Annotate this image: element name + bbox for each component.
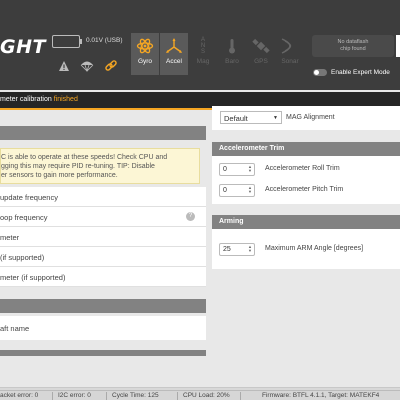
battery-icon <box>52 35 80 48</box>
header-edge-panel <box>396 35 400 57</box>
dataflash-status: No dataflash chip found <box>312 35 394 57</box>
setting-row-craft-name[interactable]: aft name <box>0 316 206 340</box>
sensor-sonar: Sonar <box>276 33 304 75</box>
accel-icon <box>166 38 182 53</box>
chevron-down-icon: ▼ <box>273 115 278 121</box>
left-section-header-1 <box>0 126 206 140</box>
sonar-icon <box>281 38 292 54</box>
setting-label: oop frequency <box>0 213 48 222</box>
arming-header: Arming <box>212 215 400 229</box>
cpu-load-status: CPU Load: 20% <box>183 392 230 399</box>
sensor-accel: Accel <box>160 33 188 75</box>
performance-note: C is able to operate at these speeds! Ch… <box>0 148 200 184</box>
setting-label: meter <box>0 233 20 242</box>
dataflash-line-1: No dataflash <box>337 39 369 45</box>
setting-row-loop-frequency[interactable]: oop frequency <box>0 207 206 227</box>
pitch-trim-input[interactable]: 0 ▲ ▼ <box>219 184 255 197</box>
sensor-label-baro: Baro <box>225 58 239 65</box>
cycle-time-status: Cycle Time: 125 <box>112 392 159 399</box>
status-divider <box>52 392 53 400</box>
setting-row-accelerometer[interactable]: meter <box>0 227 206 247</box>
accel-trim-header: Accelerometer Trim <box>212 142 400 156</box>
sensor-baro: Baro <box>218 33 246 75</box>
sensor-label-gyro: Gyro <box>137 58 153 65</box>
left-section-header-3 <box>0 350 206 356</box>
note-line: gging this may require PID re-tuning. TI… <box>1 163 155 170</box>
battery-tip <box>80 39 82 44</box>
satellite-icon <box>252 38 270 54</box>
setting-label: update frequency <box>0 193 58 202</box>
expert-mode-label: Enable Expert Mode <box>331 69 390 76</box>
mag-icon: ANS <box>200 37 206 55</box>
sensor-label-mag: Mag <box>196 58 210 65</box>
thermometer-icon <box>229 39 235 54</box>
roll-trim-input[interactable]: 0 ▲ ▼ <box>219 163 255 176</box>
warning-icon <box>59 61 69 71</box>
calibration-status: finished <box>53 96 78 103</box>
setting-label: meter (if supported) <box>0 273 66 282</box>
parachute-icon <box>80 61 94 72</box>
setting-label: (if supported) <box>0 253 45 262</box>
note-line: C is able to operate at these speeds! Ch… <box>1 154 168 161</box>
spinner-arrows-icon[interactable]: ▲ ▼ <box>248 165 252 173</box>
dataflash-line-2: chip found <box>340 46 366 52</box>
sensor-label-accel: Accel <box>166 58 182 65</box>
setting-row-meter-optional[interactable]: meter (if supported) <box>0 267 206 287</box>
spinner-arrows-icon[interactable]: ▲ ▼ <box>248 186 252 194</box>
setting-row-sensor-optional[interactable]: (if supported) <box>0 247 206 267</box>
pitch-trim-label: Accelerometer Pitch Trim <box>265 186 344 193</box>
help-icon[interactable]: ? <box>186 212 195 221</box>
spinner-arrows-icon[interactable]: ▲ ▼ <box>248 245 252 253</box>
left-section-header-2 <box>0 299 206 313</box>
mag-alignment-value: Default <box>224 114 248 123</box>
pitch-trim-value: 0 <box>223 187 227 194</box>
app-logo: GHT <box>0 36 46 58</box>
status-divider <box>177 392 178 400</box>
roll-trim-label: Accelerometer Roll Trim <box>265 165 340 172</box>
status-bar: acket error: 0 I2C error: 0 Cycle Time: … <box>0 390 400 400</box>
status-divider <box>240 392 241 400</box>
sensor-mag: ANS Mag <box>189 33 217 75</box>
arm-angle-label: Maximum ARM Angle [degrees] <box>265 245 364 252</box>
arm-angle-input[interactable]: 25 ▲ ▼ <box>219 243 255 256</box>
mag-alignment-select[interactable]: Default ▼ <box>220 111 282 124</box>
sensor-label-sonar: Sonar <box>281 58 299 65</box>
sensor-gps: GPS <box>247 33 275 75</box>
gyro-icon <box>136 38 154 54</box>
packet-error-status: acket error: 0 <box>0 392 39 399</box>
status-divider <box>106 392 107 400</box>
expert-mode-toggle[interactable] <box>313 69 327 76</box>
sensor-label-gps: GPS <box>254 58 268 65</box>
top-header: GHT 0.01V (USB) Gyro Accel ANS Mag Baro … <box>0 0 400 90</box>
craft-name-label: aft name <box>0 324 30 333</box>
link-icon <box>105 60 117 71</box>
setting-row-update-frequency[interactable]: update frequency <box>0 187 206 207</box>
mag-alignment-label: MAG Alignment <box>286 114 335 121</box>
note-line: er sensors to gain more performance. <box>1 172 118 179</box>
arm-angle-value: 25 <box>223 246 231 253</box>
toggle-knob <box>314 70 319 75</box>
sensor-gyro: Gyro <box>131 33 159 75</box>
roll-trim-value: 0 <box>223 166 227 173</box>
i2c-error-status: I2C error: 0 <box>58 392 91 399</box>
firmware-status: Firmware: BTFL 4.1.1, Target: MATEKF4 <box>262 392 380 399</box>
calibration-text: meter calibration <box>0 96 54 103</box>
